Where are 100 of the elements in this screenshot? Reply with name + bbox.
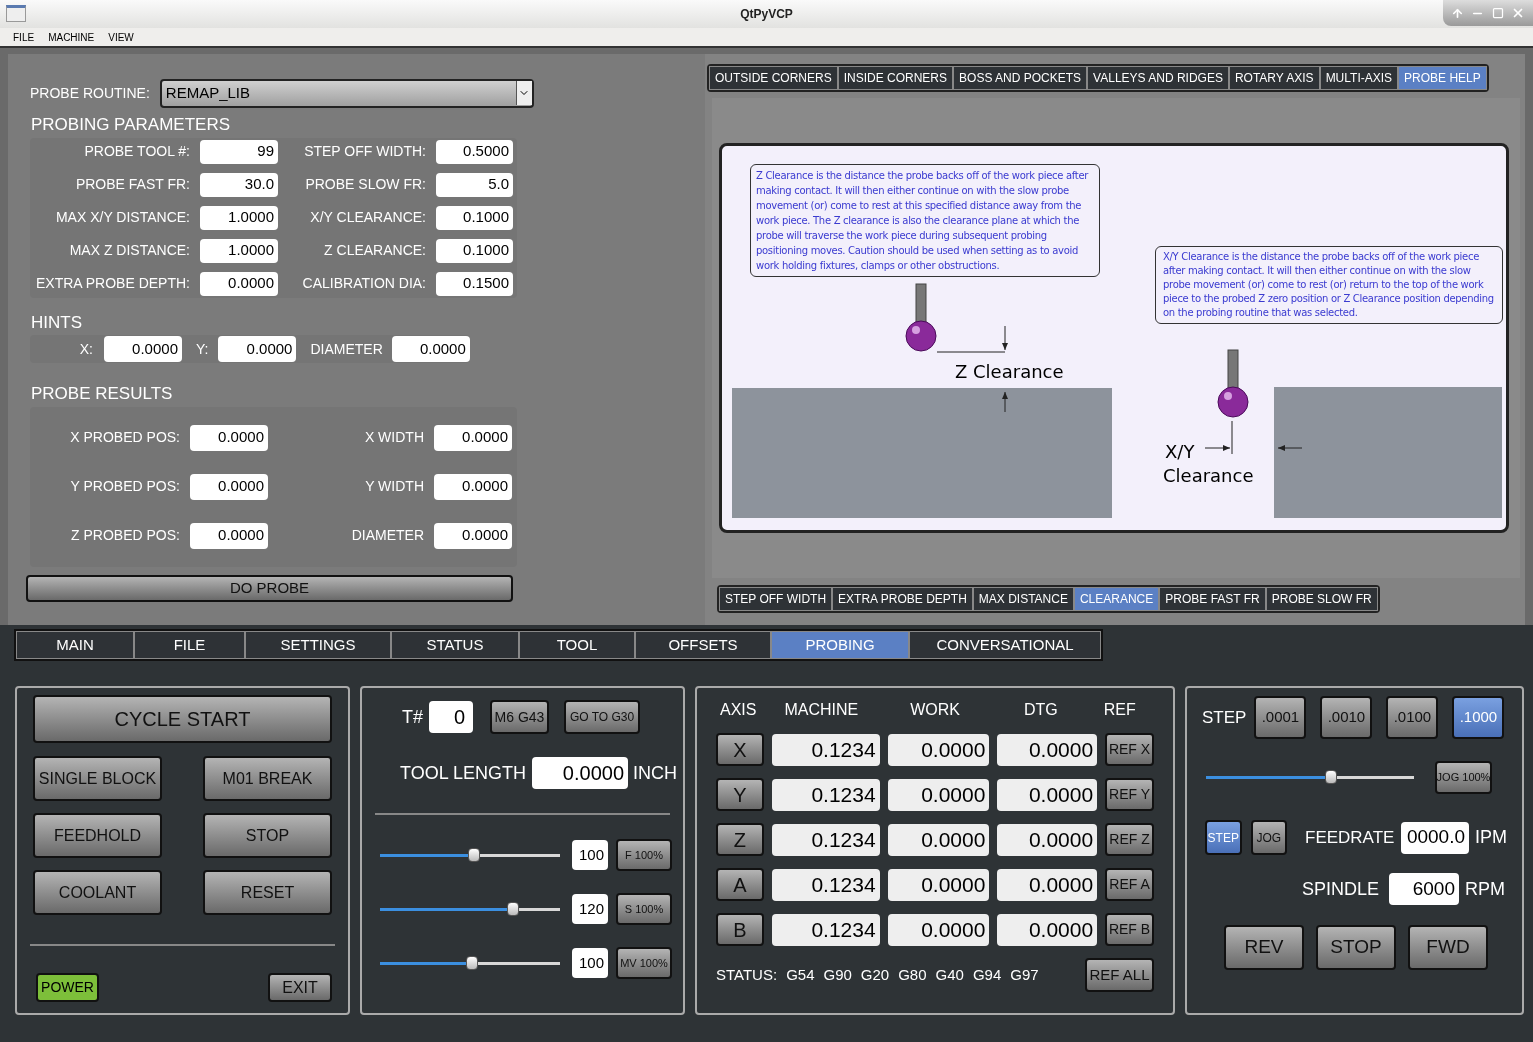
machine-button[interactable]: M01 BREAK	[203, 756, 332, 801]
tab[interactable]: VALLEYS AND RIDGES	[1087, 66, 1229, 90]
increment-button[interactable]: .0010	[1320, 696, 1373, 739]
number-field[interactable]: 0.0000	[997, 913, 1098, 946]
override-button[interactable]: MV 100%	[616, 947, 672, 979]
tab[interactable]: CLEARANCE	[1073, 587, 1160, 611]
spindle-button[interactable]: REV	[1224, 925, 1304, 970]
number-field[interactable]: 120	[572, 894, 608, 924]
axis-button[interactable]: B	[716, 913, 764, 946]
tab[interactable]: INSIDE CORNERS	[837, 66, 954, 90]
tab[interactable]: SETTINGS	[245, 631, 391, 659]
number-field[interactable]: 0.0000	[434, 473, 512, 500]
tab[interactable]: FILE	[134, 631, 245, 659]
cycle-start-button[interactable]: CYCLE START	[33, 695, 332, 743]
number-field[interactable]: 99	[200, 139, 278, 164]
tab[interactable]: PROBE HELP	[1398, 66, 1487, 90]
number-field[interactable]: 0.0000	[391, 336, 470, 362]
slider-thumb[interactable]	[507, 901, 520, 916]
axis-button[interactable]: Y	[716, 778, 764, 811]
increment-button[interactable]: .0100	[1386, 696, 1439, 739]
number-field[interactable]: 6000	[1389, 873, 1459, 905]
tab[interactable]: OUTSIDE CORNERS	[709, 66, 838, 90]
number-field[interactable]: 0.0000	[200, 271, 278, 296]
number-field[interactable]: 0.0000	[532, 757, 629, 789]
number-field[interactable]: 0.5000	[436, 139, 513, 164]
number-field[interactable]: 0000.0	[1401, 821, 1469, 854]
number-field[interactable]: 0.1000	[436, 205, 513, 230]
ref-button[interactable]: REF B	[1105, 913, 1154, 946]
number-field[interactable]: 0.0000	[997, 868, 1098, 901]
menu-item[interactable]: MACHINE	[48, 29, 95, 45]
number-field[interactable]: 0.0000	[997, 823, 1098, 856]
override-button[interactable]: F 100%	[616, 839, 672, 871]
number-field[interactable]: 100	[572, 948, 608, 978]
number-field[interactable]: 0.1234	[771, 778, 880, 811]
tab[interactable]: STATUS	[391, 631, 519, 659]
number-field[interactable]: 0.0000	[887, 868, 990, 901]
tab[interactable]: STEP OFF WIDTH	[719, 587, 833, 611]
jog-speed-button[interactable]: JOG 100%	[1435, 761, 1492, 794]
override-button[interactable]: S 100%	[616, 893, 672, 925]
mode-button[interactable]: JOG	[1250, 820, 1287, 855]
tab[interactable]: MULTI-AXIS	[1319, 66, 1399, 90]
machine-button[interactable]: COOLANT	[33, 870, 162, 915]
spindle-button[interactable]: FWD	[1408, 925, 1488, 970]
number-field[interactable]: 0.0000	[997, 733, 1098, 766]
machine-button[interactable]: FEEDHOLD	[33, 813, 162, 858]
ref-all-button[interactable]: REF ALL	[1085, 958, 1154, 992]
power-button[interactable]: POWER	[36, 973, 99, 1002]
tab[interactable]: MAIN	[16, 631, 134, 659]
probe-button[interactable]: DO PROBE	[26, 574, 513, 602]
slider-thumb[interactable]	[467, 847, 480, 862]
number-field[interactable]: 0.0000	[190, 424, 268, 451]
number-field[interactable]: 30.0	[200, 172, 278, 197]
ref-button[interactable]: REF Z	[1105, 823, 1154, 856]
menu-item[interactable]: FILE	[13, 29, 35, 45]
routine-dropdown[interactable]: REMAP_LIB	[159, 78, 534, 108]
machine-button[interactable]: STOP	[203, 813, 332, 858]
ref-button[interactable]: REF Y	[1105, 778, 1154, 811]
slider-thumb[interactable]	[1324, 770, 1337, 784]
tab[interactable]: PROBE SLOW FR	[1265, 587, 1378, 611]
tab[interactable]: MAX DISTANCE	[972, 587, 1074, 611]
tab[interactable]: BOSS AND POCKETS	[953, 66, 1088, 90]
mode-button[interactable]: STEP	[1205, 820, 1242, 855]
tab[interactable]: PROBE FAST FR	[1159, 587, 1266, 611]
tab[interactable]: CONVERSATIONAL	[909, 631, 1101, 659]
ref-button[interactable]: REF A	[1105, 868, 1154, 901]
tab[interactable]: PROBING	[771, 631, 909, 659]
number-field[interactable]: 0.1234	[771, 733, 880, 766]
number-field[interactable]: 0.0000	[218, 336, 297, 362]
number-field[interactable]: 0.1000	[436, 238, 513, 263]
tool-button[interactable]: M6 G43	[490, 700, 549, 734]
number-field[interactable]: 0.0000	[887, 913, 990, 946]
slider-thumb[interactable]	[465, 955, 478, 970]
axis-button[interactable]: Z	[716, 823, 764, 856]
tab[interactable]: TOOL	[519, 631, 635, 659]
tab[interactable]: EXTRA PROBE DEPTH	[832, 587, 973, 611]
number-field[interactable]: 0.0000	[434, 424, 512, 451]
number-field[interactable]: 0.1234	[771, 913, 880, 946]
number-field[interactable]: 0.0000	[190, 473, 268, 500]
number-field[interactable]: 0.0000	[997, 778, 1098, 811]
number-field[interactable]: 0.0000	[887, 778, 990, 811]
ref-button[interactable]: REF X	[1105, 733, 1154, 766]
number-field[interactable]: 0.0000	[887, 823, 990, 856]
number-field[interactable]: 0.1234	[771, 823, 880, 856]
increment-button[interactable]: .0001	[1254, 696, 1307, 739]
increment-button[interactable]: .1000	[1452, 696, 1505, 739]
number-field[interactable]: 5.0	[436, 172, 513, 197]
tab[interactable]: OFFSETS	[635, 631, 771, 659]
menu-item[interactable]: VIEW	[108, 29, 134, 45]
number-field[interactable]: 0.1500	[436, 271, 513, 296]
number-field[interactable]: 0.0000	[434, 522, 512, 549]
axis-button[interactable]: X	[716, 733, 764, 766]
machine-button[interactable]: RESET	[203, 870, 332, 915]
tab[interactable]: ROTARY AXIS	[1228, 66, 1320, 90]
number-field[interactable]: 0.1234	[771, 868, 880, 901]
number-field[interactable]: 1.0000	[200, 238, 278, 263]
number-field[interactable]: 0.0000	[887, 733, 990, 766]
number-field[interactable]: 0	[429, 701, 473, 733]
tool-button[interactable]: GO TO G30	[564, 700, 640, 734]
axis-button[interactable]: A	[716, 868, 764, 901]
exit-button[interactable]: EXIT	[268, 973, 332, 1002]
